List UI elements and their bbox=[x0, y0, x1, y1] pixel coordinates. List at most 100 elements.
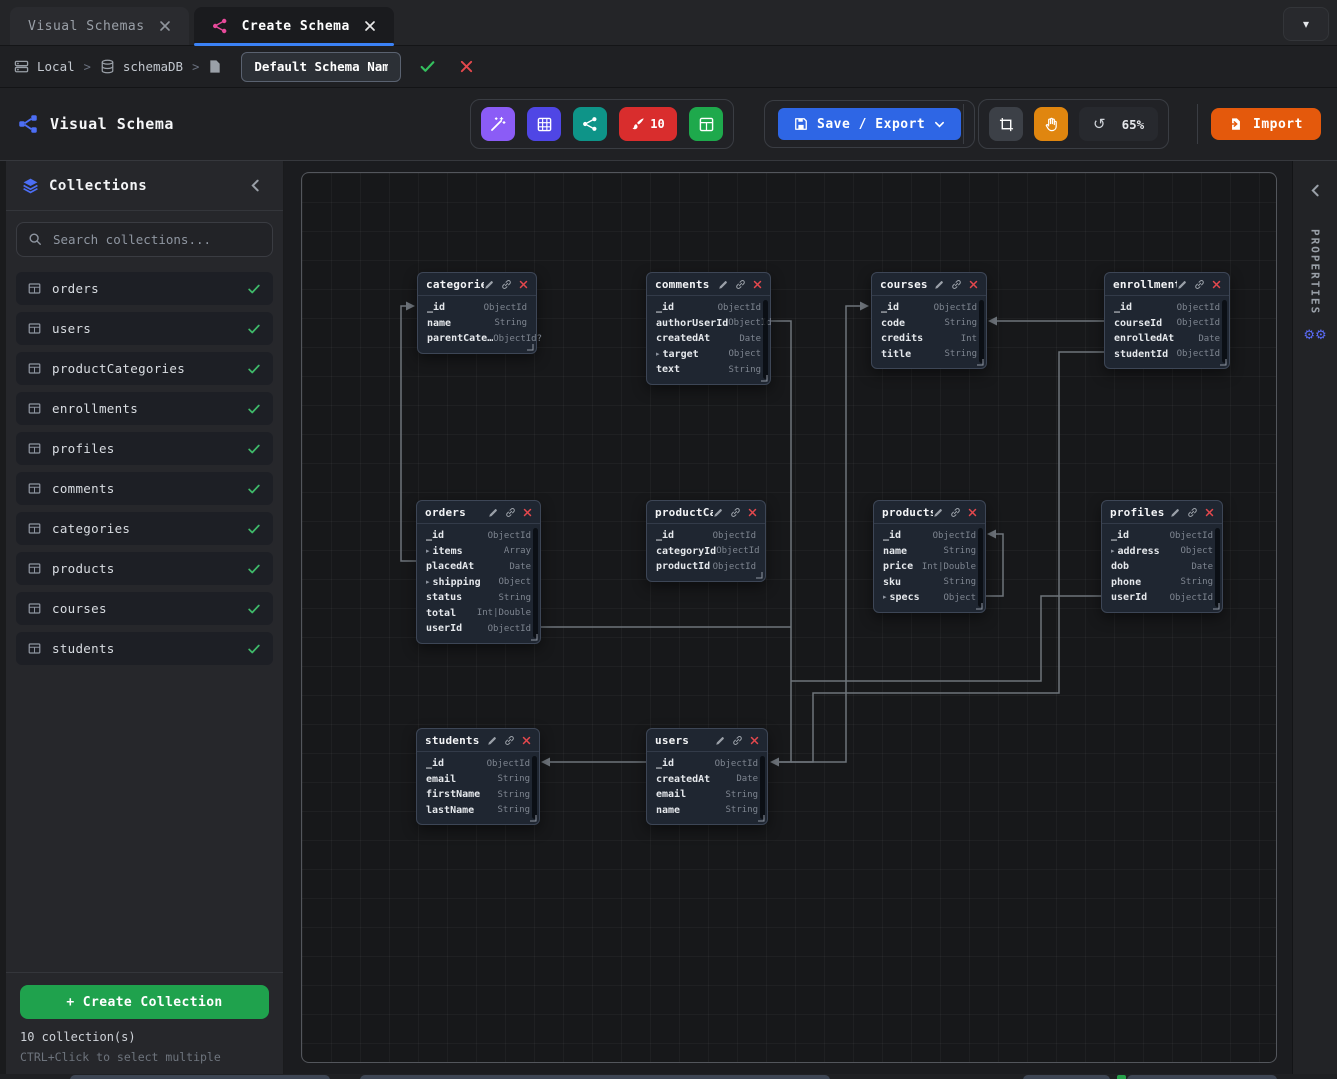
field-row-authorUserId[interactable]: authorUserIdObjectId bbox=[647, 316, 770, 332]
sidebar-item-orders[interactable]: orders bbox=[16, 272, 273, 305]
field-row-_id[interactable]: _idObjectId bbox=[647, 528, 765, 544]
close-icon[interactable] bbox=[159, 20, 171, 32]
field-row-total[interactable]: totalInt|Double bbox=[417, 606, 540, 622]
field-row-lastName[interactable]: lastNameString bbox=[417, 803, 539, 819]
remove-table-icon[interactable] bbox=[519, 280, 528, 289]
remove-table-icon[interactable] bbox=[750, 736, 759, 745]
field-row-name[interactable]: nameString bbox=[418, 316, 536, 332]
field-row-createdAt[interactable]: createdAtDate bbox=[647, 331, 770, 347]
edit-table-icon[interactable] bbox=[488, 508, 498, 518]
table-node-users[interactable]: users_idObjectIdcreatedAtDateemailString… bbox=[646, 728, 768, 825]
link-table-icon[interactable] bbox=[505, 507, 516, 518]
link-table-icon[interactable] bbox=[950, 507, 961, 518]
edit-table-icon[interactable] bbox=[715, 736, 725, 746]
table-node-header[interactable]: profiles bbox=[1102, 501, 1222, 524]
table-node-profiles[interactable]: profiles _idObjectId▸addressObjectdobDate… bbox=[1101, 500, 1223, 613]
link-table-icon[interactable] bbox=[730, 507, 741, 518]
field-row-status[interactable]: statusString bbox=[417, 590, 540, 606]
table-scrollbar[interactable] bbox=[979, 300, 984, 363]
sidebar-collapse-button[interactable] bbox=[243, 174, 267, 198]
sidebar-item-comments[interactable]: comments bbox=[16, 472, 273, 505]
edge-comments-to-users[interactable] bbox=[771, 321, 791, 762]
tab-visual-schemas[interactable]: Visual Schemas bbox=[10, 7, 189, 45]
properties-expand-button[interactable] bbox=[1302, 177, 1328, 203]
create-collection-button[interactable]: + Create Collection bbox=[20, 985, 269, 1019]
remove-table-icon[interactable] bbox=[748, 508, 757, 517]
tab-create-schema[interactable]: Create Schema bbox=[194, 7, 394, 45]
expand-icon[interactable]: ▸ bbox=[656, 350, 660, 358]
field-row-firstName[interactable]: firstNameString bbox=[417, 787, 539, 803]
resize-handle[interactable] bbox=[755, 571, 763, 579]
sidebar-item-enrollments[interactable]: enrollments bbox=[16, 392, 273, 425]
remove-table-icon[interactable] bbox=[1205, 508, 1214, 517]
save-export-button[interactable]: Save / Export bbox=[778, 108, 961, 140]
breadcrumb-server[interactable]: Local bbox=[14, 59, 75, 74]
pan-hand-button[interactable] bbox=[1034, 107, 1068, 141]
search-collections-input[interactable] bbox=[16, 222, 273, 257]
field-row-_id[interactable]: _idObjectId bbox=[1105, 300, 1229, 316]
field-row-_id[interactable]: _idObjectId bbox=[1102, 528, 1222, 544]
statusbar-pill[interactable] bbox=[360, 1075, 830, 1079]
field-row-_id[interactable]: _idObjectId bbox=[647, 300, 770, 316]
sidebar-item-categories[interactable]: categories bbox=[16, 512, 273, 545]
edge-to-categories[interactable] bbox=[401, 306, 416, 561]
remove-table-icon[interactable] bbox=[753, 280, 762, 289]
field-row-name[interactable]: nameString bbox=[874, 544, 985, 560]
field-row-courseId[interactable]: courseIdObjectId bbox=[1105, 316, 1229, 332]
field-row-specs[interactable]: ▸specsObject bbox=[874, 590, 985, 606]
schema-name-input[interactable] bbox=[241, 52, 401, 82]
table-scrollbar[interactable] bbox=[532, 756, 537, 819]
table-node-products[interactable]: products_idObjectIdnameStringpriceInt|Do… bbox=[873, 500, 986, 613]
resize-handle[interactable] bbox=[530, 633, 538, 641]
expand-icon[interactable]: ▸ bbox=[1111, 547, 1115, 555]
field-row-createdAt[interactable]: createdAtDate bbox=[647, 772, 767, 788]
table-node-header[interactable]: categories bbox=[418, 273, 536, 296]
field-row-userId[interactable]: userIdObjectId bbox=[417, 621, 540, 637]
table-node-header[interactable]: students bbox=[417, 729, 539, 752]
frame-select-button[interactable] bbox=[989, 107, 1023, 141]
field-row-sku[interactable]: skuString bbox=[874, 575, 985, 591]
field-row-items[interactable]: ▸itemsArray bbox=[417, 544, 540, 560]
table-node-categories[interactable]: categories_idObjectIdnameStringparentCat… bbox=[417, 272, 537, 354]
table-node-header[interactable]: comments bbox=[647, 273, 770, 296]
resize-handle[interactable] bbox=[760, 374, 768, 382]
edit-table-icon[interactable] bbox=[484, 280, 494, 290]
edit-table-icon[interactable] bbox=[934, 280, 944, 290]
table-scrollbar[interactable] bbox=[533, 528, 538, 638]
link-table-icon[interactable] bbox=[504, 735, 515, 746]
field-row-_id[interactable]: _idObjectId bbox=[418, 300, 536, 316]
table-node-courses[interactable]: courses_idObjectIdcodeStringcreditsIntti… bbox=[871, 272, 987, 369]
undo-icon[interactable]: ↺ bbox=[1093, 115, 1106, 133]
edit-table-icon[interactable] bbox=[713, 508, 723, 518]
field-row-address[interactable]: ▸addressObject bbox=[1102, 544, 1222, 560]
link-table-icon[interactable] bbox=[735, 279, 746, 290]
table-node-comments[interactable]: comments _idObjectIdauthorUserIdObjectIdc… bbox=[646, 272, 771, 385]
remove-table-icon[interactable] bbox=[522, 736, 531, 745]
field-row-target[interactable]: ▸targetObject bbox=[647, 347, 770, 363]
resize-handle[interactable] bbox=[976, 358, 984, 366]
schema-canvas[interactable]: categories_idObjectIdnameStringparentCat… bbox=[301, 172, 1277, 1063]
link-table-icon[interactable] bbox=[1194, 279, 1205, 290]
resize-handle[interactable] bbox=[529, 814, 537, 822]
field-row-price[interactable]: priceInt|Double bbox=[874, 559, 985, 575]
expand-icon[interactable]: ▸ bbox=[883, 593, 887, 601]
sidebar-item-students[interactable]: students bbox=[16, 632, 273, 665]
link-table-icon[interactable] bbox=[1187, 507, 1198, 518]
link-table-icon[interactable] bbox=[732, 735, 743, 746]
field-row-dob[interactable]: dobDate bbox=[1102, 559, 1222, 575]
expand-icon[interactable]: ▸ bbox=[426, 547, 430, 555]
field-row-productId[interactable]: productIdObjectId bbox=[647, 559, 765, 575]
field-row-enrolledAt[interactable]: enrolledAtDate bbox=[1105, 331, 1229, 347]
edit-table-icon[interactable] bbox=[933, 508, 943, 518]
edit-table-icon[interactable] bbox=[1170, 508, 1180, 518]
import-button[interactable]: Import bbox=[1211, 108, 1321, 140]
statusbar-pill[interactable] bbox=[1127, 1075, 1277, 1079]
grid-layout-button[interactable] bbox=[527, 107, 561, 141]
field-row-phone[interactable]: phoneString bbox=[1102, 575, 1222, 591]
field-row-_id[interactable]: _idObjectId bbox=[417, 756, 539, 772]
sidebar-item-courses[interactable]: courses bbox=[16, 592, 273, 625]
sidebar-item-profiles[interactable]: profiles bbox=[16, 432, 273, 465]
remove-table-icon[interactable] bbox=[968, 508, 977, 517]
tab-overflow-button[interactable]: ▾ bbox=[1283, 7, 1329, 41]
paint-count-button[interactable]: 10 bbox=[619, 107, 677, 141]
